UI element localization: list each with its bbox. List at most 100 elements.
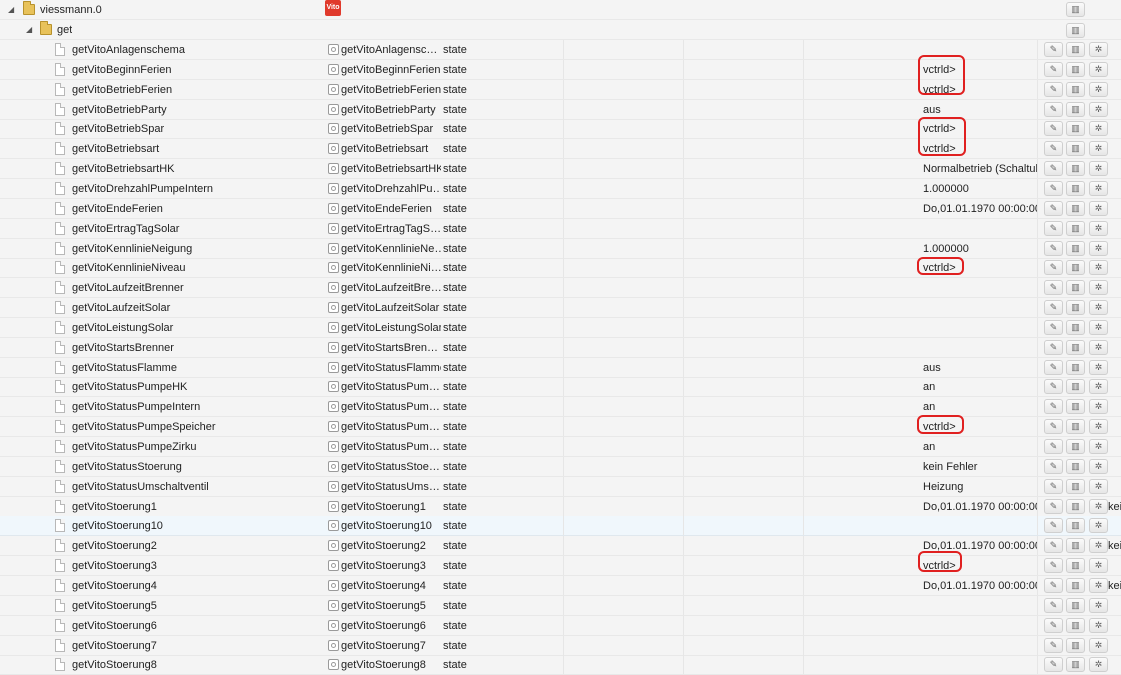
- table-row[interactable]: getVitoStoerung8 getVitoStoerung8 state ✎ ▥ ✲: [0, 655, 1121, 675]
- delete-button[interactable]: ▥: [1066, 220, 1085, 236]
- edit-button[interactable]: ✎: [1044, 617, 1063, 633]
- row-value[interactable]: Do,01.01.1970 00:00:00: [923, 576, 1037, 596]
- edit-button[interactable]: ✎: [1044, 61, 1063, 77]
- settings-button[interactable]: ✲: [1089, 300, 1108, 316]
- delete-button[interactable]: ▥: [1066, 478, 1085, 494]
- row-value[interactable]: Heizung: [923, 477, 1037, 497]
- settings-button[interactable]: ✲: [1089, 577, 1108, 593]
- delete-button[interactable]: ▥: [1066, 518, 1085, 534]
- table-row[interactable]: getVitoLaufzeitSolar getVitoLaufzeitSolar…: [0, 298, 1121, 319]
- settings-button[interactable]: ✲: [1089, 558, 1108, 574]
- delete-button[interactable]: ▥: [1066, 23, 1085, 38]
- delete-button[interactable]: ▥: [1066, 141, 1085, 157]
- table-row[interactable]: getVitoKennlinieNeigung getVitoKennlinieN…: [0, 238, 1121, 259]
- table-row[interactable]: getVitoStoerung7 getVitoStoerung7 state ✎ ▥ ✲: [0, 635, 1121, 656]
- delete-button[interactable]: ▥: [1066, 577, 1085, 593]
- edit-button[interactable]: ✎: [1044, 399, 1063, 415]
- tree-root-row[interactable]: ◢ viessmann.0 Vito ▥: [0, 0, 1121, 20]
- table-row[interactable]: getVitoStartsBrenner getVitoStartsBren… st…: [0, 337, 1121, 358]
- edit-button[interactable]: ✎: [1044, 577, 1063, 593]
- table-row[interactable]: getVitoStatusUmschaltventil getVitoStatus…: [0, 476, 1121, 497]
- table-row[interactable]: getVitoBetriebsartHK getVitoBetriebsartHK…: [0, 159, 1121, 180]
- settings-button[interactable]: ✲: [1089, 42, 1108, 57]
- delete-button[interactable]: ▥: [1066, 597, 1085, 613]
- settings-button[interactable]: ✲: [1089, 180, 1108, 196]
- settings-button[interactable]: ✲: [1089, 339, 1108, 355]
- delete-button[interactable]: ▥: [1066, 498, 1085, 514]
- delete-button[interactable]: ▥: [1066, 101, 1085, 117]
- edit-button[interactable]: ✎: [1044, 81, 1063, 97]
- settings-button[interactable]: ✲: [1089, 518, 1108, 534]
- delete-button[interactable]: ▥: [1066, 260, 1085, 276]
- delete-button[interactable]: ▥: [1066, 657, 1085, 673]
- edit-button[interactable]: ✎: [1044, 300, 1063, 316]
- table-row[interactable]: getVitoStoerung10 getVitoStoerung10 state ✎…: [0, 516, 1121, 537]
- delete-button[interactable]: ▥: [1066, 458, 1085, 474]
- settings-button[interactable]: ✲: [1089, 657, 1108, 673]
- settings-button[interactable]: ✲: [1089, 379, 1108, 395]
- delete-button[interactable]: ▥: [1066, 61, 1085, 77]
- table-row[interactable]: getVitoLeistungSolar getVitoLeistungSolar…: [0, 317, 1121, 338]
- table-row[interactable]: getVitoStoerung4 getVitoStoerung4 state Do,…: [0, 575, 1121, 596]
- edit-button[interactable]: ✎: [1044, 42, 1063, 57]
- edit-button[interactable]: ✎: [1044, 538, 1063, 554]
- delete-button[interactable]: ▥: [1066, 42, 1085, 57]
- edit-button[interactable]: ✎: [1044, 359, 1063, 375]
- table-row[interactable]: getVitoDrehzahlPumpeIntern getVitoDrehzah…: [0, 178, 1121, 199]
- delete-button[interactable]: ▥: [1066, 300, 1085, 316]
- delete-button[interactable]: ▥: [1066, 399, 1085, 415]
- delete-button[interactable]: ▥: [1066, 359, 1085, 375]
- edit-button[interactable]: ✎: [1044, 161, 1063, 177]
- settings-button[interactable]: ✲: [1089, 359, 1108, 375]
- edit-button[interactable]: ✎: [1044, 319, 1063, 335]
- edit-button[interactable]: ✎: [1044, 597, 1063, 613]
- edit-button[interactable]: ✎: [1044, 458, 1063, 474]
- delete-button[interactable]: ▥: [1066, 319, 1085, 335]
- row-value[interactable]: 1.000000: [923, 239, 1037, 259]
- settings-button[interactable]: ✲: [1089, 439, 1108, 454]
- settings-button[interactable]: ✲: [1089, 319, 1108, 335]
- edit-button[interactable]: ✎: [1044, 240, 1063, 256]
- settings-button[interactable]: ✲: [1089, 200, 1108, 216]
- delete-button[interactable]: ▥: [1066, 379, 1085, 395]
- settings-button[interactable]: ✲: [1089, 478, 1108, 494]
- delete-button[interactable]: ▥: [1066, 637, 1085, 653]
- delete-button[interactable]: ▥: [1066, 558, 1085, 574]
- table-row[interactable]: getVitoEndeFerien getVitoEndeFerien state D…: [0, 198, 1121, 219]
- settings-button[interactable]: ✲: [1089, 260, 1108, 276]
- row-value[interactable]: an: [923, 377, 1037, 397]
- table-row[interactable]: getVitoStatusStoerung getVitoStatusStoe… s…: [0, 456, 1121, 477]
- settings-button[interactable]: ✲: [1089, 81, 1108, 97]
- edit-button[interactable]: ✎: [1044, 101, 1063, 117]
- row-value[interactable]: Do,01.01.1970 00:00:00: [923, 497, 1037, 517]
- edit-button[interactable]: ✎: [1044, 518, 1063, 534]
- settings-button[interactable]: ✲: [1089, 617, 1108, 633]
- settings-button[interactable]: ✲: [1089, 220, 1108, 236]
- edit-button[interactable]: ✎: [1044, 419, 1063, 435]
- settings-button[interactable]: ✲: [1089, 161, 1108, 177]
- edit-button[interactable]: ✎: [1044, 339, 1063, 355]
- edit-button[interactable]: ✎: [1044, 220, 1063, 236]
- delete-button[interactable]: ▥: [1066, 419, 1085, 435]
- table-row[interactable]: getVitoStoerung6 getVitoStoerung6 state ✎ ▥ ✲: [0, 615, 1121, 636]
- edit-button[interactable]: ✎: [1044, 657, 1063, 673]
- delete-button[interactable]: ▥: [1066, 617, 1085, 633]
- table-row[interactable]: getVitoLaufzeitBrenner getVitoLaufzeitBre…: [0, 278, 1121, 299]
- collapse-arrow-icon[interactable]: ◢: [26, 20, 32, 40]
- collapse-arrow-icon[interactable]: ◢: [8, 0, 14, 20]
- settings-button[interactable]: ✲: [1089, 538, 1108, 554]
- row-value[interactable]: Normalbetrieb (Schaltuhr: [923, 159, 1037, 179]
- edit-button[interactable]: ✎: [1044, 637, 1063, 653]
- settings-button[interactable]: ✲: [1089, 419, 1108, 435]
- row-value[interactable]: kein Fehler: [923, 457, 1037, 477]
- edit-button[interactable]: ✎: [1044, 439, 1063, 454]
- edit-button[interactable]: ✎: [1044, 141, 1063, 157]
- row-value[interactable]: Do,01.01.1970 00:00:00: [923, 199, 1037, 219]
- edit-button[interactable]: ✎: [1044, 498, 1063, 514]
- tree-folder-row[interactable]: ◢ get ▥: [0, 20, 1121, 40]
- table-row[interactable]: getVitoStatusPumpeZirku getVitoStatusPum……: [0, 437, 1121, 457]
- edit-button[interactable]: ✎: [1044, 478, 1063, 494]
- table-row[interactable]: getVitoStatusFlamme getVitoStatusFlamme st…: [0, 357, 1121, 378]
- edit-button[interactable]: ✎: [1044, 200, 1063, 216]
- delete-button[interactable]: ▥: [1066, 439, 1085, 454]
